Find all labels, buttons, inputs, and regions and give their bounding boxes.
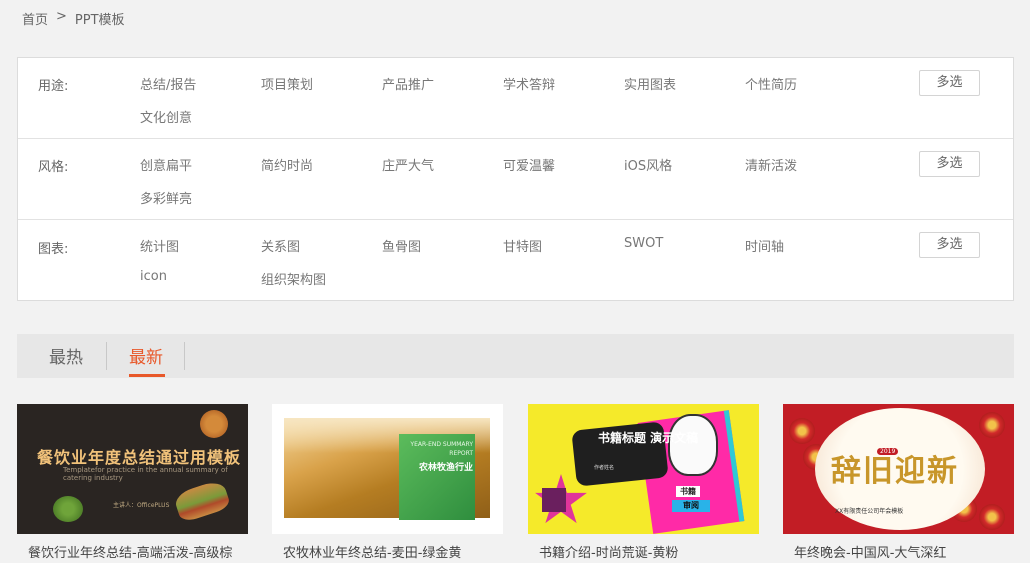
filter-option[interactable]: 组织架构图 — [261, 269, 326, 288]
tab-newest[interactable]: 最新 — [129, 343, 163, 368]
filter-option[interactable]: 总结/报告 — [140, 74, 196, 93]
flower-ornament — [979, 504, 1005, 530]
multi-select-button[interactable]: 多选 — [919, 232, 980, 258]
filter-option[interactable]: 简约时尚 — [261, 155, 313, 174]
year-badge: 2019 — [877, 448, 899, 455]
filter-option[interactable]: 文化创意 — [140, 107, 192, 126]
filter-option[interactable]: 产品推广 — [382, 74, 434, 93]
thumbnail-headline: 书籍标题 演示文稿 — [598, 431, 699, 445]
pizza-image — [200, 410, 228, 438]
tab-divider — [106, 342, 107, 370]
filter-option[interactable]: 可爱温馨 — [503, 155, 555, 174]
filter-option[interactable]: SWOT — [624, 236, 663, 251]
template-title[interactable]: 餐饮行业年终总结-高端活泼-高级棕 — [17, 542, 248, 561]
thumbnail-subtitle: Templatefor practice in the annual summa… — [63, 466, 228, 482]
thumbnail-headline: 餐饮业年度总结通过用模板 — [37, 448, 242, 467]
tab-divider — [184, 342, 185, 370]
template-title[interactable]: 年终晚会-中国风-大气深红 — [783, 542, 1014, 561]
filter-option[interactable]: 实用图表 — [624, 74, 676, 93]
book-tag: 书籍 — [676, 486, 700, 497]
filter-option[interactable]: 鱼骨图 — [382, 236, 421, 255]
filter-option[interactable]: icon — [140, 269, 167, 284]
template-card[interactable]: 书籍标题 演示文稿 作者姓名 书籍 审阅 书籍介绍-时尚荒诞-黄粉 — [528, 404, 759, 561]
sandwich-image — [172, 478, 232, 524]
filter-row-style: 风格: 创意扁平 简约时尚 庄严大气 可爱温馨 iOS风格 清新活泼 多彩鲜亮 … — [18, 139, 1013, 220]
filter-option[interactable]: 统计图 — [140, 236, 179, 255]
breadcrumb-separator: > — [56, 9, 67, 24]
filter-option[interactable]: 关系图 — [261, 236, 300, 255]
thumbnail-author: 主讲人：OfficePLUS — [113, 502, 170, 509]
sort-tabs: 最热 最新 — [17, 334, 1014, 378]
flower-ornament — [789, 418, 815, 444]
filter-option[interactable]: 项目策划 — [261, 74, 313, 93]
template-thumbnail[interactable]: YEAR-END SUMMARY REPORT 农林牧渔行业 — [272, 404, 503, 534]
template-thumbnail[interactable]: 餐饮业年度总结通过用模板 Templatefor practice in the… — [17, 404, 248, 534]
template-card[interactable]: YEAR-END SUMMARY REPORT 农林牧渔行业 农牧林业年终总结-… — [272, 404, 503, 561]
filter-option[interactable]: 庄严大气 — [382, 155, 434, 174]
thumbnail-author: 作者姓名 — [594, 465, 615, 471]
template-thumbnail[interactable]: 辞旧迎新 2019 XX有限责任公司年会模板 — [783, 404, 1014, 534]
filter-row-usage: 用途: 总结/报告 项目策划 产品推广 学术答辩 实用图表 个性简历 文化创意 … — [18, 58, 1013, 139]
portrait-image — [668, 414, 718, 476]
thumbnail-eng-title: YEAR-END SUMMARY REPORT — [410, 441, 473, 457]
filter-label-chart: 图表: — [38, 242, 69, 257]
template-title[interactable]: 书籍介绍-时尚荒诞-黄粉 — [528, 542, 759, 561]
filter-panel: 用途: 总结/报告 项目策划 产品推广 学术答辩 实用图表 个性简历 文化创意 … — [17, 57, 1014, 301]
filter-option[interactable]: iOS风格 — [624, 155, 672, 174]
square-shape — [542, 488, 566, 512]
filter-option[interactable]: 多彩鲜亮 — [140, 188, 192, 207]
review-tag: 审阅 — [672, 500, 710, 512]
filter-option[interactable]: 学术答辩 — [503, 74, 555, 93]
tab-hottest[interactable]: 最热 — [49, 343, 83, 368]
multi-select-button[interactable]: 多选 — [919, 151, 980, 177]
thumbnail-subtitle: XX有限责任公司年会模板 — [835, 508, 904, 515]
filter-row-chart: 图表: 统计图 关系图 鱼骨图 甘特图 SWOT 时间轴 icon 组织架构图 … — [18, 220, 1013, 300]
template-card[interactable]: 餐饮业年度总结通过用模板 Templatefor practice in the… — [17, 404, 248, 561]
broccoli-image — [53, 496, 83, 522]
filter-option[interactable]: 创意扁平 — [140, 155, 192, 174]
filter-option[interactable]: 甘特图 — [503, 236, 542, 255]
template-card[interactable]: 辞旧迎新 2019 XX有限责任公司年会模板 年终晚会-中国风-大气深红 — [783, 404, 1014, 561]
breadcrumb-current: PPT模板 — [74, 13, 125, 28]
filter-option[interactable]: 个性简历 — [745, 74, 797, 93]
filter-option[interactable]: 时间轴 — [745, 236, 784, 255]
flower-ornament — [979, 412, 1005, 438]
thumbnail-headline: 农林牧渔行业 — [418, 463, 473, 473]
template-title[interactable]: 农牧林业年终总结-麦田-绿金黄 — [272, 542, 503, 561]
filter-label-usage: 用途: — [38, 79, 69, 94]
active-tab-indicator — [129, 374, 165, 377]
filter-label-style: 风格: — [38, 160, 69, 175]
template-thumbnail[interactable]: 书籍标题 演示文稿 作者姓名 书籍 审阅 — [528, 404, 759, 534]
breadcrumb: 首页 > PPT模板 — [22, 9, 125, 28]
breadcrumb-home-link[interactable]: 首页 — [22, 9, 48, 28]
multi-select-button[interactable]: 多选 — [919, 70, 980, 96]
filter-option[interactable]: 清新活泼 — [745, 155, 797, 174]
